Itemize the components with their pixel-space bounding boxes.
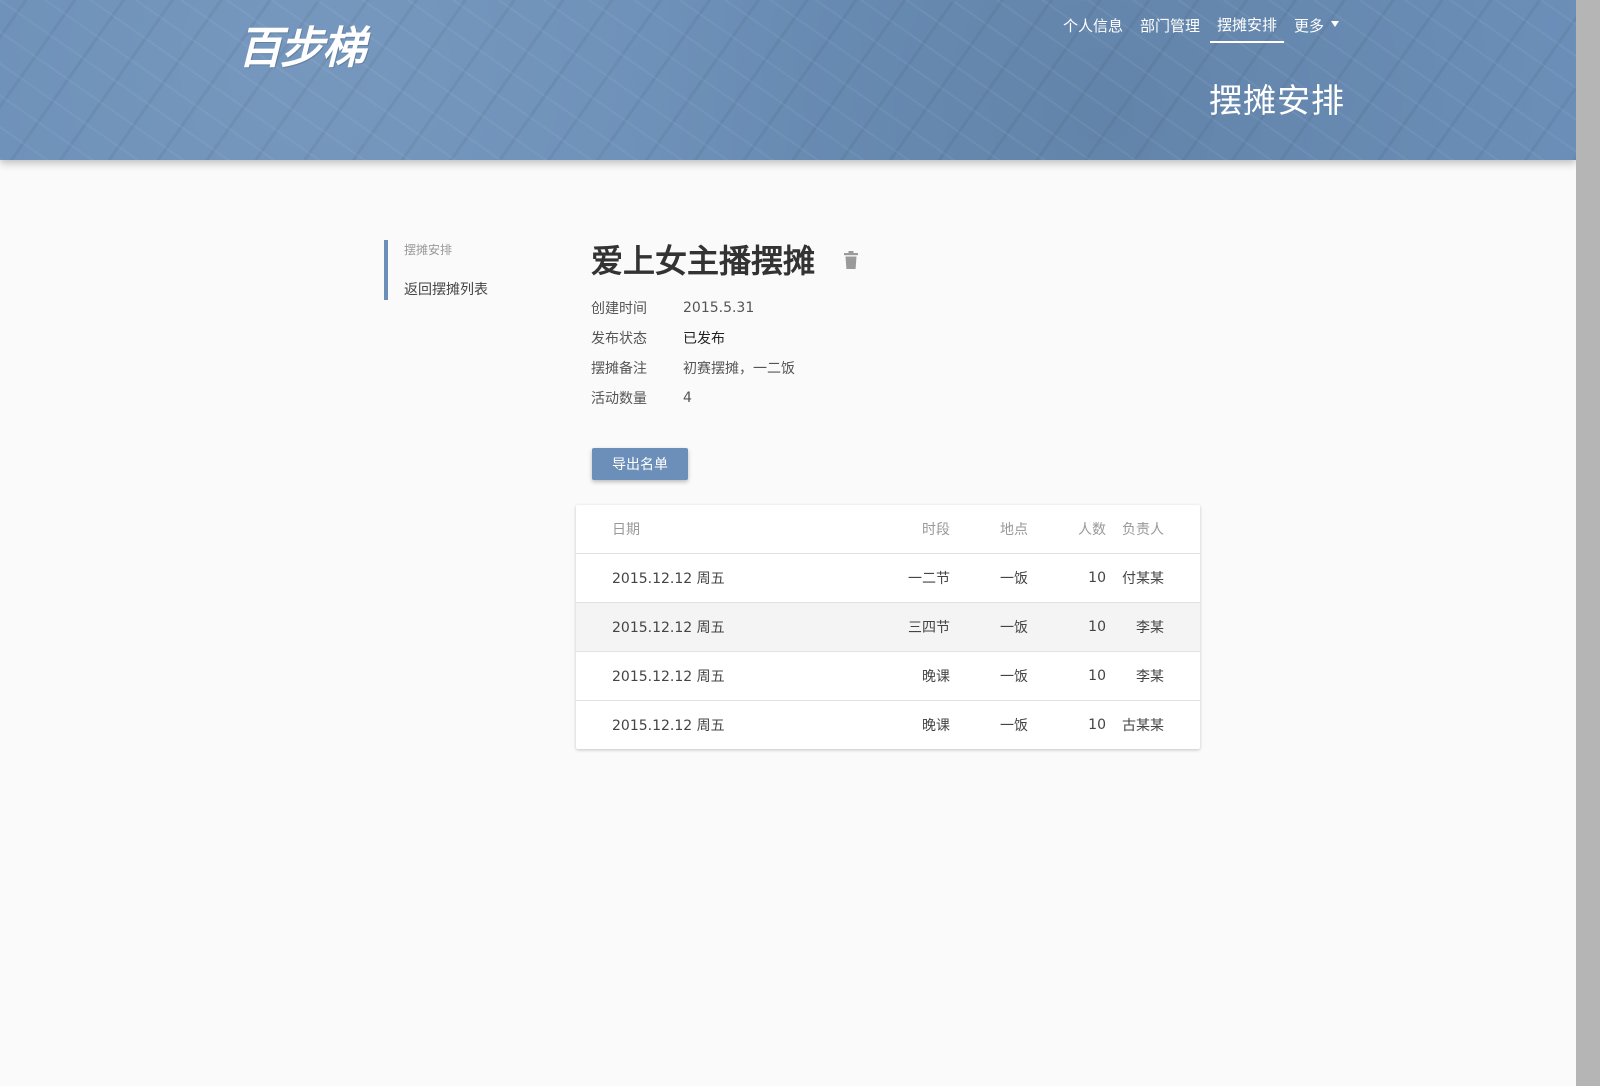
cell-slot: 三四节 bbox=[860, 602, 950, 652]
cell-count: 10 bbox=[1028, 602, 1106, 652]
col-header-date[interactable]: 日期 bbox=[576, 505, 860, 554]
col-header-slot[interactable]: 时段 bbox=[860, 505, 950, 554]
cell-date: 2015.12.12 周五 bbox=[576, 553, 860, 603]
cell-date: 2015.12.12 周五 bbox=[576, 602, 860, 652]
meta-value: 2015.5.31 bbox=[683, 300, 755, 316]
cell-count: 10 bbox=[1028, 651, 1106, 701]
cell-count: 10 bbox=[1028, 553, 1106, 603]
table-row[interactable]: 2015.12.12 周五 晚课 一饭 10 李某 bbox=[576, 651, 1200, 701]
nav-item-profile[interactable]: 个人信息 bbox=[1056, 13, 1130, 42]
cell-date: 2015.12.12 周五 bbox=[576, 651, 860, 701]
meta-label: 创建时间 bbox=[591, 301, 647, 317]
meta-value: 初赛摆摊，一二饭 bbox=[683, 361, 795, 377]
meta-label: 活动数量 bbox=[591, 391, 647, 407]
cell-owner: 李某 bbox=[1106, 602, 1200, 652]
site-logo[interactable]: 百步梯 bbox=[238, 12, 366, 76]
table-row[interactable]: 2015.12.12 周五 晚课 一饭 10 古某某 bbox=[576, 700, 1200, 749]
back-to-list-link[interactable]: 返回摆摊列表 bbox=[404, 279, 488, 299]
meta-label: 发布状态 bbox=[591, 331, 647, 347]
cell-place: 一饭 bbox=[1000, 717, 1028, 734]
col-header-owner[interactable]: 负责人 bbox=[1106, 505, 1200, 554]
meta-info: 创建时间 2015.5.31 发布状态 已发布 摆摊备注 初赛摆摊，一二饭 活动… bbox=[591, 293, 795, 413]
cell-slot: 晚课 bbox=[860, 651, 950, 701]
nav-item-more[interactable]: 更多 bbox=[1287, 13, 1346, 42]
nav-item-stall-schedule[interactable]: 摆摊安排 bbox=[1210, 12, 1285, 43]
trash-icon[interactable] bbox=[843, 250, 859, 274]
cell-place: 一饭 bbox=[950, 553, 1028, 603]
cell-slot: 一二节 bbox=[860, 553, 950, 603]
cell-owner: 李某 bbox=[1106, 651, 1200, 701]
meta-value: 4 bbox=[683, 390, 692, 406]
meta-row-status: 发布状态 已发布 bbox=[591, 323, 795, 353]
nav-item-department[interactable]: 部门管理 bbox=[1133, 13, 1207, 42]
export-list-button[interactable]: 导出名单 bbox=[592, 448, 688, 480]
table-header-row: 日期 时段 地点 人数 负责人 bbox=[576, 505, 1200, 554]
schedule-table: 日期 时段 地点 人数 负责人 2015.12.12 周五 一二节 一饭 10 … bbox=[576, 505, 1200, 749]
cell-owner: 付某某 bbox=[1106, 553, 1200, 603]
top-nav: 个人信息 部门管理 摆摊安排 更多 bbox=[1056, 12, 1349, 43]
meta-row-count: 活动数量 4 bbox=[591, 383, 795, 413]
cell-count: 10 bbox=[1088, 716, 1106, 733]
page-title: 爱上女主播摆摊 bbox=[591, 242, 816, 280]
sidebar: 摆摊安排 返回摆摊列表 bbox=[384, 240, 488, 300]
caret-down-icon bbox=[1331, 20, 1340, 27]
schedule-table-card: 日期 时段 地点 人数 负责人 2015.12.12 周五 一二节 一饭 10 … bbox=[576, 505, 1200, 749]
title-row: 爱上女主播摆摊 bbox=[591, 236, 859, 282]
cell-place: 一饭 bbox=[950, 602, 1028, 652]
header-page-title: 摆摊安排 bbox=[1209, 81, 1345, 120]
cell-owner: 古某某 bbox=[1122, 717, 1164, 734]
meta-row-created: 创建时间 2015.5.31 bbox=[591, 293, 795, 323]
col-header-place[interactable]: 地点 bbox=[950, 505, 1028, 554]
header-banner: 百步梯 个人信息 部门管理 摆摊安排 更多 摆摊安排 bbox=[0, 0, 1576, 160]
nav-more-label: 更多 bbox=[1294, 17, 1325, 35]
cell-date: 2015.12.12 周五 bbox=[612, 717, 725, 734]
meta-label: 摆摊备注 bbox=[591, 361, 647, 377]
sidebar-section-title: 摆摊安排 bbox=[404, 243, 453, 257]
status-value: 已发布 bbox=[683, 331, 725, 347]
table-row[interactable]: 2015.12.12 周五 三四节 一饭 10 李某 bbox=[576, 602, 1200, 652]
table-row[interactable]: 2015.12.12 周五 一二节 一饭 10 付某某 bbox=[576, 553, 1200, 603]
col-header-count[interactable]: 人数 bbox=[1028, 505, 1106, 554]
cell-place: 一饭 bbox=[950, 651, 1028, 701]
scrollbar[interactable] bbox=[1576, 0, 1600, 1086]
meta-row-note: 摆摊备注 初赛摆摊，一二饭 bbox=[591, 353, 795, 383]
cell-slot: 晚课 bbox=[922, 717, 950, 734]
